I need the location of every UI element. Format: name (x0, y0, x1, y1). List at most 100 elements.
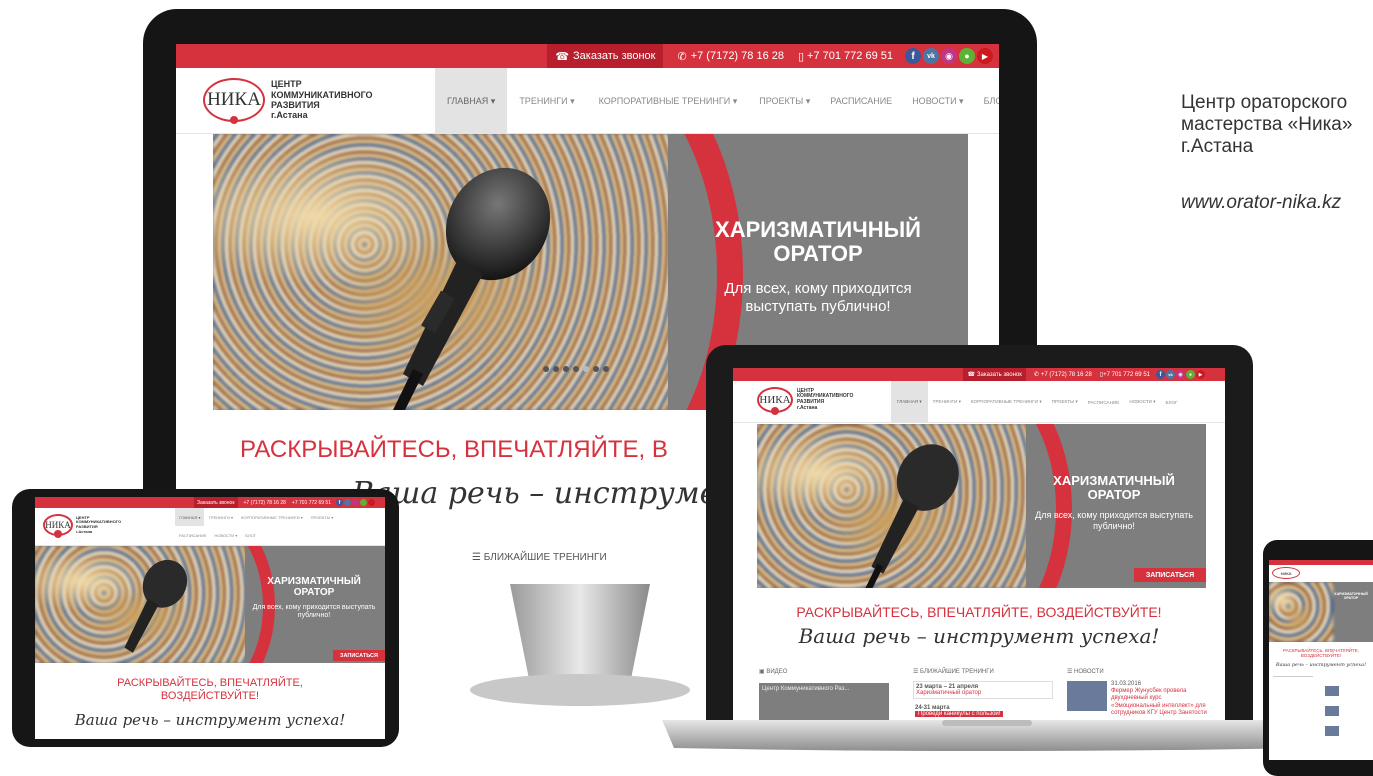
instagram-icon[interactable]: ◉ (941, 48, 957, 64)
website-link[interactable]: www.orator-nika.kz (1181, 192, 1373, 214)
facebook-icon[interactable]: f (905, 48, 921, 64)
youtube-icon[interactable]: ▶ (1196, 370, 1205, 379)
callback-button[interactable]: ☎ Заказать звонок (963, 368, 1026, 381)
hero-slider: ХАРИЗМАТИЧНЫЙ ОРАТОР Для всех, кому прих… (35, 546, 385, 663)
video-player[interactable]: Центр Коммуникативного Раз... (759, 683, 889, 723)
hero-slider: ХАРИЗМАТИЧНЫЙ ОРАТОР (1269, 582, 1373, 642)
slogan-line-1: РАСКРЫВАЙТЕСЬ, ВПЕЧАТЛЯЙТЕ, (117, 677, 303, 689)
phone-icon: ☎ (555, 50, 570, 63)
vk-icon[interactable] (344, 499, 351, 506)
slider-dot[interactable] (543, 366, 549, 372)
signup-button[interactable]: ЗАПИСАТЬСЯ (1134, 568, 1206, 582)
training-item[interactable]: 24-31 марта Проведи каникулы с пользой! (913, 703, 1053, 719)
logo[interactable]: НИКА ЦЕНТР КОММУНИКАТИВНОГО РАЗВИТИЯ г.А… (43, 514, 121, 538)
odnoklassniki-icon[interactable]: ● (959, 48, 975, 64)
instagram-icon[interactable] (352, 499, 359, 506)
nav-schedule[interactable]: РАСПИСАНИЕ (1083, 381, 1125, 423)
nav-projects[interactable]: ПРОЕКТЫ ▾ (307, 508, 338, 526)
video-caption: Центр Коммуникативного Раз... (762, 686, 850, 692)
slider-dot[interactable] (603, 366, 609, 372)
phone-1[interactable]: ✆ +7 (7172) 78 16 28 (677, 50, 784, 63)
facebook-icon[interactable]: f (336, 499, 343, 506)
description-line-3: г.Астана (1181, 136, 1254, 157)
logo-text: ЦЕНТР КОММУНИКАТИВНОГО РАЗВИТИЯ г.Астана (76, 515, 121, 534)
nav-trainings[interactable]: ТРЕНИНГИ ▾ (204, 508, 237, 526)
header: НИКА ЦЕНТР КОММУНИКАТИВНОГО РАЗВИТИЯ г.А… (176, 68, 999, 134)
logo-city: г.Астана (271, 110, 308, 121)
instagram-icon[interactable]: ◉ (1176, 370, 1185, 379)
vk-icon[interactable]: vk (1166, 370, 1175, 379)
slider-dot[interactable] (593, 366, 599, 372)
phone-1[interactable]: +7 (7172) 78 16 28 (244, 500, 286, 506)
news-thumbnail (1325, 706, 1339, 716)
phone-1[interactable]: ✆ +7 (7172) 78 16 28 (1034, 371, 1092, 379)
nav-corporate[interactable]: КОРПОРАТИВНЫЕ ТРЕНИНГИ ▾ (237, 508, 307, 526)
tagline: Ваша речь – инструмент успеха! (1275, 662, 1367, 668)
nav-schedule[interactable]: РАСПИСАНИЕ (175, 528, 211, 542)
callback-button[interactable]: ☎ Заказать звонок (547, 44, 664, 68)
website: Заказать звонок +7 (7172) 78 16 28 +7 70… (35, 497, 385, 739)
nav-trainings[interactable]: ТРЕНИНГИ ▾ (928, 381, 966, 423)
nav-projects[interactable]: ПРОЕКТЫ ▾ (1047, 381, 1083, 423)
nav-blog[interactable]: БЛОГ (241, 528, 260, 542)
odnoklassniki-icon[interactable]: ● (1186, 370, 1195, 379)
description-line-2: мастерства «Ника» (1181, 114, 1353, 135)
youtube-icon[interactable] (368, 499, 375, 506)
nav-blog[interactable]: БЛОГ (1161, 381, 1183, 423)
nav-home[interactable]: ГЛАВНАЯ ▾ (891, 381, 928, 423)
logo[interactable]: НИКА ЦЕНТР КОММУНИКАТИВНОГО РАЗВИТИЯ г.А… (757, 387, 853, 415)
nav-schedule[interactable]: РАСПИСАНИЕ (820, 68, 902, 134)
main-nav-row1: ГЛАВНАЯ ▾ ТРЕНИНГИ ▾ КОРПОРАТИВНЫЕ ТРЕНИ… (175, 508, 337, 526)
callback-button[interactable]: Заказать звонок (194, 497, 238, 508)
nav-home[interactable]: ГЛАВНАЯ ▾ (435, 68, 508, 134)
top-bar: Заказать звонок +7 (7172) 78 16 28 +7 70… (35, 497, 385, 508)
nav-news[interactable]: НОВОСТИ ▾ (211, 528, 242, 542)
logo-line-1: ЦЕНТР (271, 79, 302, 90)
header: НИКА ЦЕНТР КОММУНИКАТИВНОГО РАЗВИТИЯ г.А… (35, 508, 385, 546)
phone-2[interactable]: ▯ +7 701 772 69 51 (1100, 371, 1150, 379)
nav-trainings[interactable]: ТРЕНИНГИ ▾ (507, 68, 586, 134)
youtube-icon[interactable]: ▶ (977, 48, 993, 64)
laptop-screen: ☎ Заказать звонок ✆ +7 (7172) 78 16 28 ▯ +7… (733, 368, 1225, 723)
signup-button[interactable]: ЗАПИСАТЬСЯ (333, 650, 385, 661)
slider-dot[interactable] (553, 366, 559, 372)
slider-dot[interactable] (563, 366, 569, 372)
odnoklassniki-icon[interactable] (360, 499, 367, 506)
phone-2[interactable]: +7 701 772 69 51 (292, 500, 331, 506)
hero-title: ХАРИЗМАТИЧНЫЙ ОРАТОР (1053, 473, 1175, 503)
imac-stand (470, 584, 690, 706)
training-item[interactable]: 23 марта – 21 апреля Харизматичный орато… (913, 681, 1053, 699)
facebook-icon[interactable]: f (1156, 370, 1165, 379)
nav-news[interactable]: НОВОСТИ ▾ (902, 68, 973, 134)
news-section: ☰ НОВОСТИ 31.03.2016 Фермер Жунусбек про… (1067, 668, 1207, 717)
nav-home[interactable]: ГЛАВНАЯ ▾ (175, 508, 205, 526)
microphone-image (865, 444, 959, 588)
upcoming-section: ☰ БЛИЖАЙШИЕ ТРЕНИНГИ 23 марта – 21 апрел… (913, 668, 1053, 719)
logo-mark: НИКА (43, 514, 73, 538)
nav-corporate[interactable]: КОРПОРАТИВНЫЕ ТРЕНИНГИ ▾ (966, 381, 1047, 423)
main-nav-row2: РАСПИСАНИЕ НОВОСТИ ▾ БЛОГ (175, 528, 260, 542)
video-section: ▣ ВИДЕО Центр Коммуникативного Раз... (759, 668, 889, 723)
phone-device: НИКА ХАРИЗМАТИЧНЫЙ ОРАТОР РАСКРЫВАЙТЕСЬ,… (1263, 540, 1373, 776)
logo[interactable]: НИКА (1272, 567, 1300, 579)
news-item[interactable]: 31.03.2016 Фермер Жунусбек провела двухд… (1067, 681, 1207, 717)
upcoming-block (1273, 676, 1313, 732)
upcoming-heading: ☰ БЛИЖАЙШИЕ ТРЕНИНГИ (913, 669, 994, 675)
hero-subtitle: Для всех, кому приходится выступать публ… (1035, 510, 1193, 531)
logo-city: г.Астана (797, 404, 818, 411)
header: НИКА ЦЕНТР КОММУНИКАТИВНОГО РАЗВИТИЯ г.А… (733, 381, 1225, 423)
hero-subtitle: Для всех, кому приходится выступать публ… (724, 280, 912, 315)
slider-dot[interactable] (573, 366, 579, 372)
description-line-1: Центр ораторского (1181, 92, 1348, 113)
nav-news[interactable]: НОВОСТИ ▾ (1124, 381, 1160, 423)
phone-2[interactable]: ▯ +7 701 772 69 51 (798, 50, 893, 63)
news-thumbnail (1325, 726, 1339, 736)
phone-2-text: +7 701 772 69 51 (291, 499, 331, 506)
slider-dot-active[interactable] (583, 366, 589, 372)
nav-projects[interactable]: ПРОЕКТЫ ▾ (749, 68, 820, 134)
nav-blog[interactable]: БЛОГ (974, 68, 999, 134)
logo-mark-text: НИКА (45, 520, 71, 530)
logo[interactable]: НИКА ЦЕНТР КОММУНИКАТИВНОГО РАЗВИТИЯ г.А… (203, 78, 373, 124)
nav-corporate[interactable]: КОРПОРАТИВНЫЕ ТРЕНИНГИ ▾ (587, 68, 750, 134)
vk-icon[interactable]: vk (923, 48, 939, 64)
